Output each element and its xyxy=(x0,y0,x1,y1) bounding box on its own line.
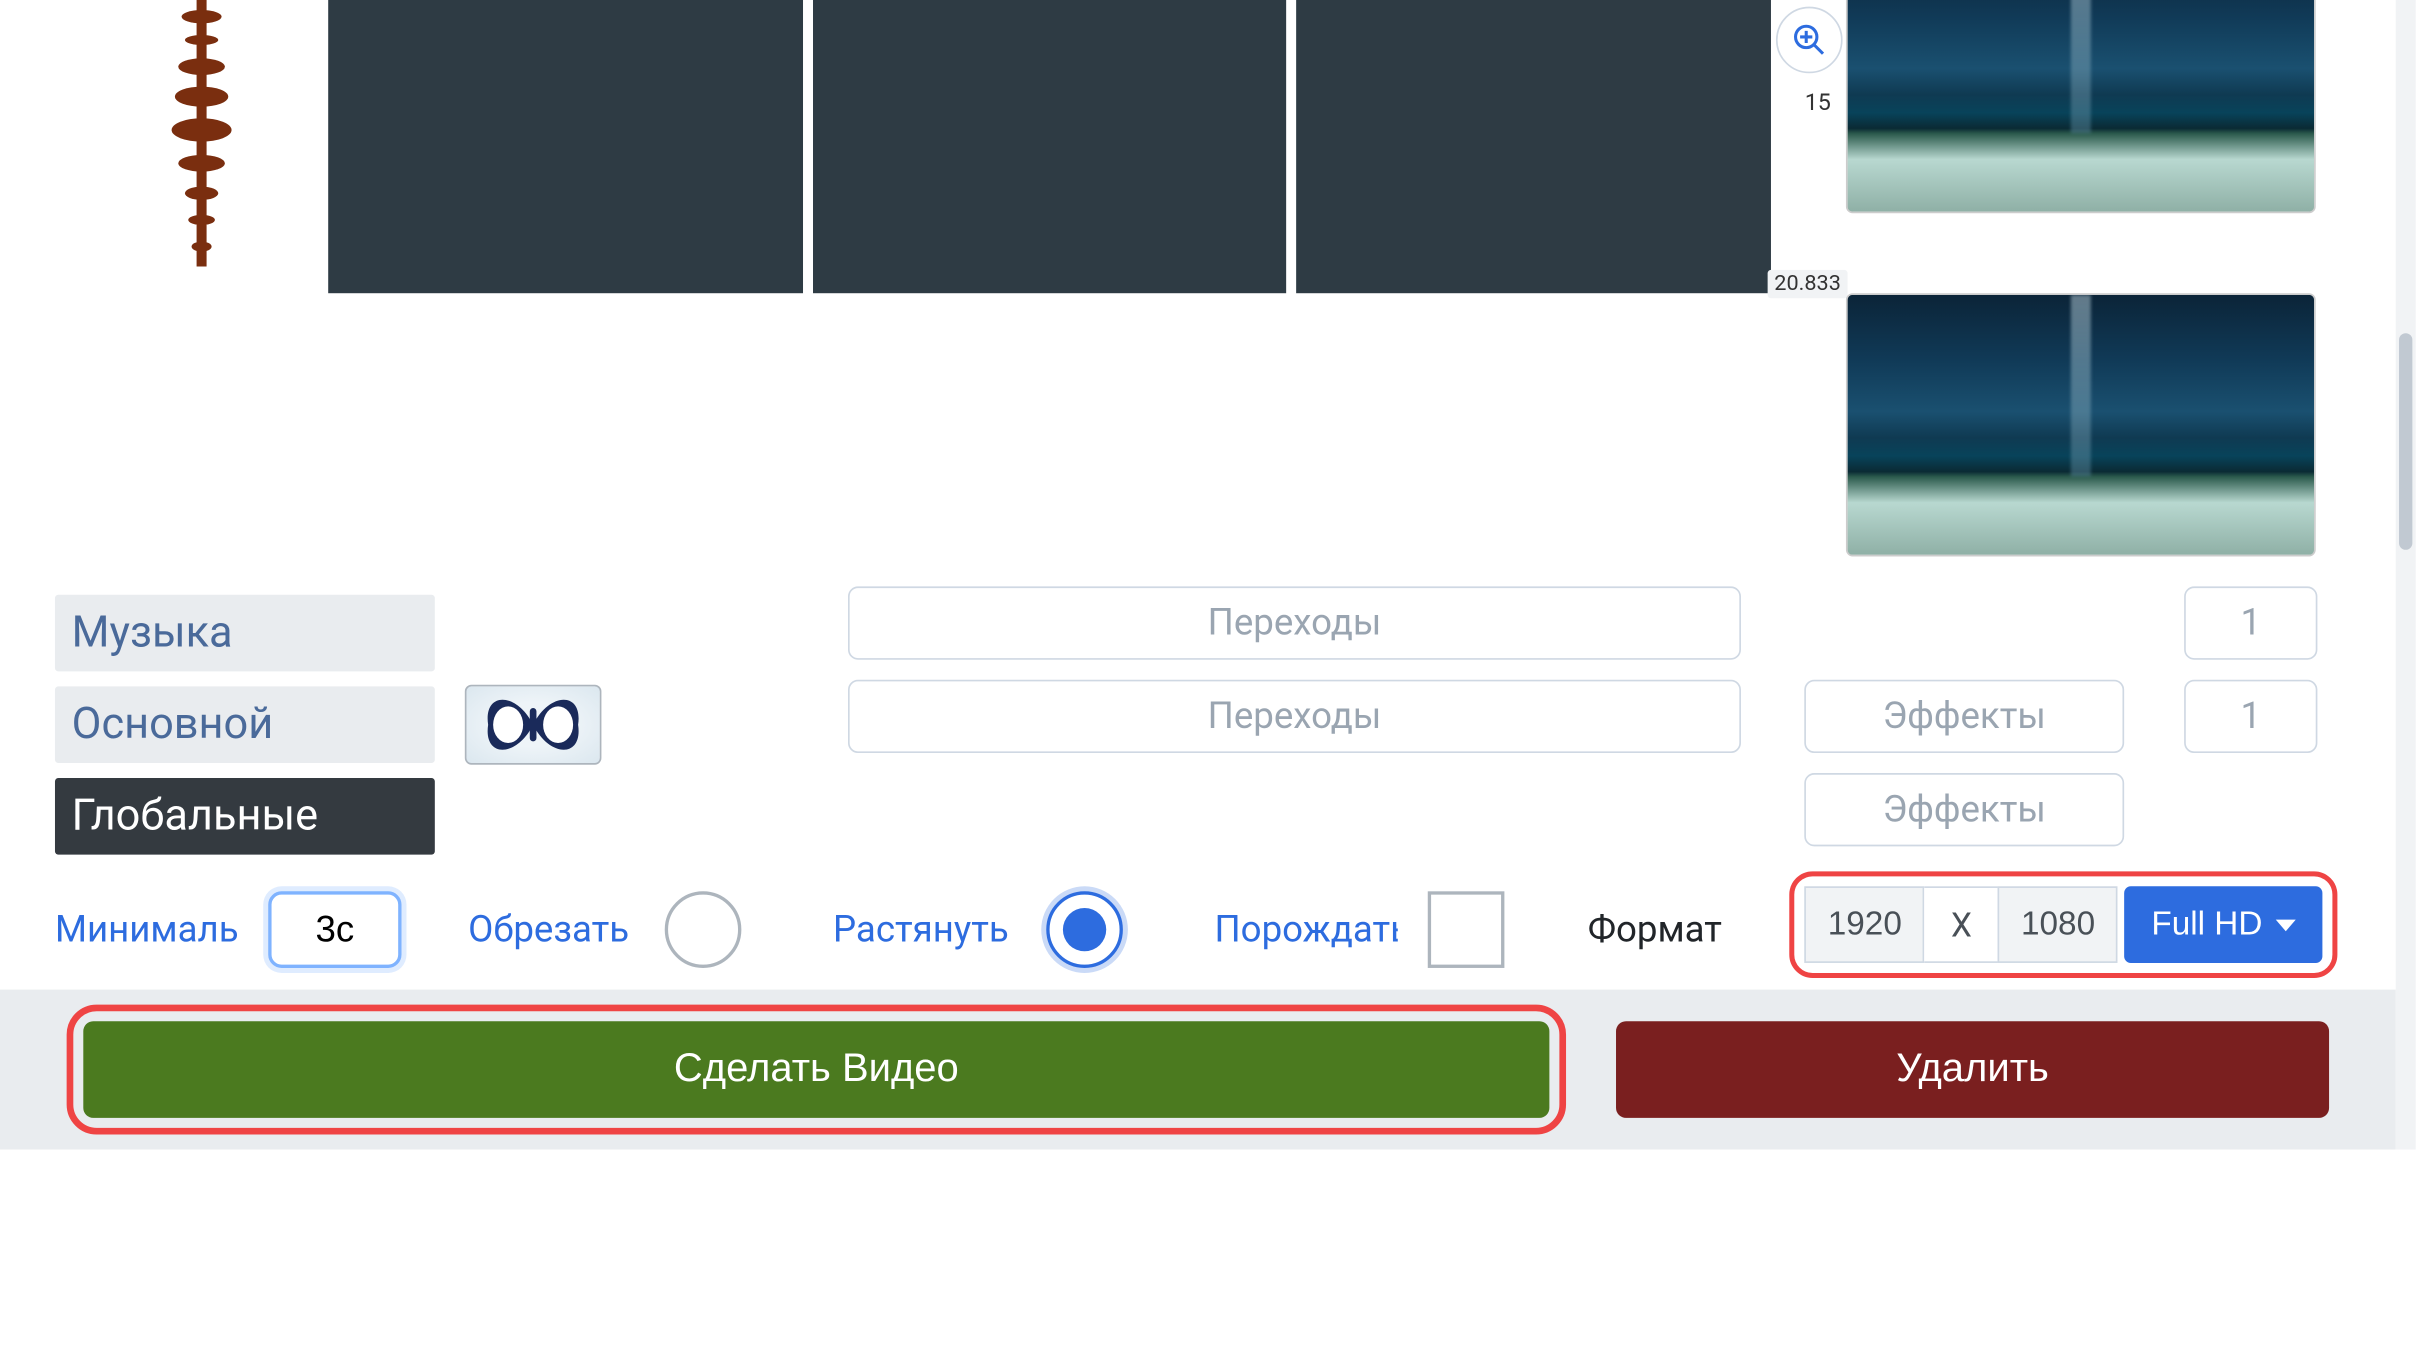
zoom-in-icon xyxy=(1790,22,1827,59)
clip-thumbnail[interactable] xyxy=(1846,293,2316,556)
delete-button[interactable]: Удалить xyxy=(1616,1021,2329,1118)
spawn-checkbox[interactable] xyxy=(1428,891,1505,968)
crop-radio[interactable] xyxy=(665,891,742,968)
tracks-block: Музыка Основной Глобальные Переходы Пере… xyxy=(55,586,2321,861)
format-group: X Full HD xyxy=(1790,871,2338,978)
action-bar: Сделать Видео Удалить xyxy=(0,990,2396,1150)
stretch-radio[interactable] xyxy=(1046,891,1123,968)
track-label-music[interactable]: Музыка xyxy=(55,594,435,671)
format-label: Формат xyxy=(1588,909,1722,951)
count-box-2[interactable]: 1 xyxy=(2184,680,2317,753)
clip-thumbnail[interactable] xyxy=(1846,0,2316,213)
make-video-highlight: Сделать Видео xyxy=(67,1005,1566,1135)
timeline-clip[interactable] xyxy=(328,0,802,293)
min-duration-label: Минимальн xyxy=(55,909,238,951)
stretch-label: Растянуть xyxy=(833,909,1016,951)
zoom-column: 15 xyxy=(1771,0,1846,117)
butterfly-icon xyxy=(475,691,592,758)
main-track-thumb[interactable] xyxy=(465,684,602,764)
min-duration-input[interactable] xyxy=(268,891,401,968)
effects-button-1[interactable]: Эффекты xyxy=(1804,680,2124,753)
crop-label: Обрезать xyxy=(468,909,635,951)
track-label-main[interactable]: Основной xyxy=(55,686,435,763)
thumbnail-panel: 15 20.833 xyxy=(1771,0,2396,575)
timeline-clip[interactable] xyxy=(812,0,1286,293)
resolution-preset-label: Full HD xyxy=(2151,905,2262,943)
waveform-icon xyxy=(168,0,235,267)
spawn-label: Порождать xyxy=(1215,909,1398,951)
height-input[interactable] xyxy=(1998,886,2118,963)
options-row: Минимальн Обрезать Растянуть Порождать Ф… xyxy=(55,880,2337,980)
timeline-clip[interactable] xyxy=(1297,0,1771,293)
timeline-clips-row xyxy=(0,0,1771,293)
audio-waveform-block[interactable] xyxy=(85,0,318,293)
track-label-global[interactable]: Глобальные xyxy=(55,777,435,854)
effects-button-2[interactable]: Эффекты xyxy=(1804,773,2124,846)
transitions-button-2[interactable]: Переходы xyxy=(848,680,1741,753)
caret-down-icon xyxy=(2276,919,2296,931)
resolution-preset-dropdown[interactable]: Full HD xyxy=(2125,886,2323,963)
width-input[interactable] xyxy=(1805,886,1925,963)
timeline-left-pad xyxy=(0,0,85,293)
transitions-button-1[interactable]: Переходы xyxy=(848,586,1741,659)
zoom-tick-label: 15 xyxy=(1771,90,1838,117)
zoom-in-button[interactable] xyxy=(1775,7,1842,74)
vertical-scrollbar[interactable] xyxy=(2396,0,2416,1150)
count-box-1[interactable]: 1 xyxy=(2184,586,2317,659)
make-video-button[interactable]: Сделать Видео xyxy=(83,1021,1549,1118)
dimension-x-separator: X xyxy=(1925,886,1998,963)
thumbnail-timestamp: 20.833 xyxy=(1768,270,1848,298)
